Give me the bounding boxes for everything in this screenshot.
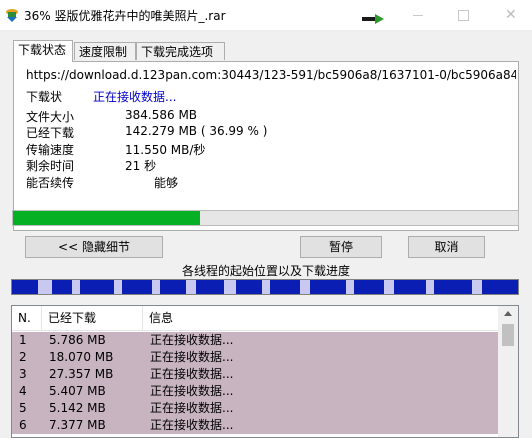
- thread-segment-downloaded: [80, 280, 114, 294]
- thread-segment-downloaded: [236, 280, 262, 294]
- thread-segment-pending: [114, 280, 122, 294]
- window-title: 36% 竖版优雅花卉中的唯美照片_.rar: [24, 9, 226, 23]
- scroll-up-arrow-icon[interactable]: [504, 311, 512, 316]
- thread-list-header: N. 已经下载 信息: [12, 306, 498, 331]
- thread-number: 6: [19, 418, 27, 432]
- download-progress-fill: [13, 211, 200, 225]
- thread-row[interactable]: 3 27.357 MB 正在接收数据...: [12, 366, 498, 383]
- thread-row[interactable]: 5 5.142 MB 正在接收数据...: [12, 400, 498, 417]
- column-header-info[interactable]: 信息: [143, 306, 498, 330]
- thread-row[interactable]: 1 5.786 MB 正在接收数据...: [12, 332, 498, 349]
- thread-downloaded: 5.142 MB: [49, 401, 106, 415]
- minimize-button[interactable]: [395, 0, 441, 30]
- remaining-time-value: 21 秒: [125, 159, 157, 173]
- thread-segment-pending: [384, 280, 394, 294]
- thread-info: 正在接收数据...: [150, 418, 234, 432]
- cancel-button[interactable]: 取消: [408, 236, 485, 258]
- file-size-label: 文件大小: [26, 110, 75, 124]
- thread-downloaded: 18.070 MB: [49, 350, 114, 364]
- thread-segment-downloaded: [394, 280, 426, 294]
- thread-info: 正在接收数据...: [150, 384, 234, 398]
- thread-downloaded: 5.407 MB: [49, 384, 106, 398]
- resume-value: 能够: [154, 176, 179, 190]
- transfer-animation-icon: [362, 14, 384, 24]
- pause-button[interactable]: 暂停: [300, 236, 382, 258]
- thread-info: 正在接收数据...: [150, 333, 234, 347]
- column-header-number[interactable]: N.: [12, 306, 42, 330]
- thread-segment-pending: [38, 280, 52, 294]
- thread-number: 3: [19, 367, 27, 381]
- thread-segment-downloaded: [12, 280, 38, 294]
- thread-number: 2: [19, 350, 27, 364]
- thread-segment-downloaded: [196, 280, 224, 294]
- thread-segment-pending: [426, 280, 434, 294]
- remaining-time-label: 剩余时间: [26, 159, 75, 173]
- maximize-button[interactable]: [441, 0, 487, 30]
- thread-downloaded: 27.357 MB: [49, 367, 114, 381]
- thread-number: 5: [19, 401, 27, 415]
- download-progress-bar: [12, 210, 519, 226]
- hide-details-button[interactable]: << 隐藏细节: [25, 236, 163, 258]
- thread-segment-pending: [262, 280, 270, 294]
- thread-progress-bar: [11, 279, 519, 295]
- thread-row[interactable]: 4 5.407 MB 正在接收数据...: [12, 383, 498, 400]
- thread-segment-downloaded: [160, 280, 186, 294]
- thread-info: 正在接收数据...: [150, 401, 234, 415]
- thread-segment-pending: [224, 280, 236, 294]
- thread-segment-pending: [346, 280, 354, 294]
- file-size-value: 384.586 MB: [125, 108, 198, 122]
- close-button[interactable]: ✕: [487, 0, 532, 30]
- thread-segment-downloaded: [52, 280, 72, 294]
- thread-segment-pending: [186, 280, 196, 294]
- thread-downloaded: 5.786 MB: [49, 333, 106, 347]
- thread-list[interactable]: N. 已经下载 信息 1 5.786 MB 正在接收数据... 2 18.070…: [11, 305, 519, 438]
- status-value: 正在接收数据...: [93, 90, 177, 104]
- thread-segment-pending: [152, 280, 160, 294]
- speed-value: 11.550 MB/秒: [125, 143, 206, 157]
- thread-segment-pending: [72, 280, 80, 294]
- thread-row[interactable]: 2 18.070 MB 正在接收数据...: [12, 349, 498, 366]
- tab-download-status[interactable]: 下载状态: [13, 40, 73, 62]
- downloaded-value: 142.279 MB ( 36.99 % ): [125, 124, 268, 138]
- thread-segment-downloaded: [434, 280, 472, 294]
- thread-number: 4: [19, 384, 27, 398]
- thread-row[interactable]: 6 7.377 MB 正在接收数据...: [12, 417, 498, 434]
- list-vertical-scrollbar[interactable]: [498, 306, 518, 437]
- close-icon: ✕: [505, 7, 517, 23]
- scrollbar-thumb[interactable]: [502, 324, 514, 346]
- tab-completion-options[interactable]: 下载完成选项: [136, 42, 225, 60]
- column-header-downloaded[interactable]: 已经下载: [42, 306, 143, 330]
- thread-segment-pending: [300, 280, 310, 294]
- downloaded-label: 已经下载: [26, 126, 75, 140]
- thread-info: 正在接收数据...: [150, 350, 234, 364]
- thread-segment-downloaded: [482, 280, 518, 294]
- status-label: 下载状: [26, 90, 63, 104]
- speed-label: 传输速度: [26, 143, 75, 157]
- thread-segment-downloaded: [310, 280, 346, 294]
- title-bar: 36% 竖版优雅花卉中的唯美照片_.rar ✕: [0, 0, 532, 30]
- thread-segment-downloaded: [270, 280, 300, 294]
- download-url: https://download.d.123pan.com:30443/123-…: [26, 68, 516, 82]
- tab-speed-limit[interactable]: 速度限制: [74, 42, 136, 60]
- thread-segment-downloaded: [122, 280, 152, 294]
- thread-number: 1: [19, 333, 27, 347]
- idm-app-icon: [6, 9, 18, 22]
- thread-segment-downloaded: [354, 280, 384, 294]
- thread-progress-caption: 各线程的起始位置以及下载进度: [181, 264, 350, 278]
- thread-segment-pending: [472, 280, 482, 294]
- dialog-body: 下载状态 速度限制 下载完成选项 https://download.d.123p…: [0, 30, 532, 438]
- download-status-panel: https://download.d.123pan.com:30443/123-…: [13, 61, 519, 231]
- thread-info: 正在接收数据...: [150, 367, 234, 381]
- resume-label: 能否续传: [26, 176, 75, 190]
- thread-downloaded: 7.377 MB: [49, 418, 106, 432]
